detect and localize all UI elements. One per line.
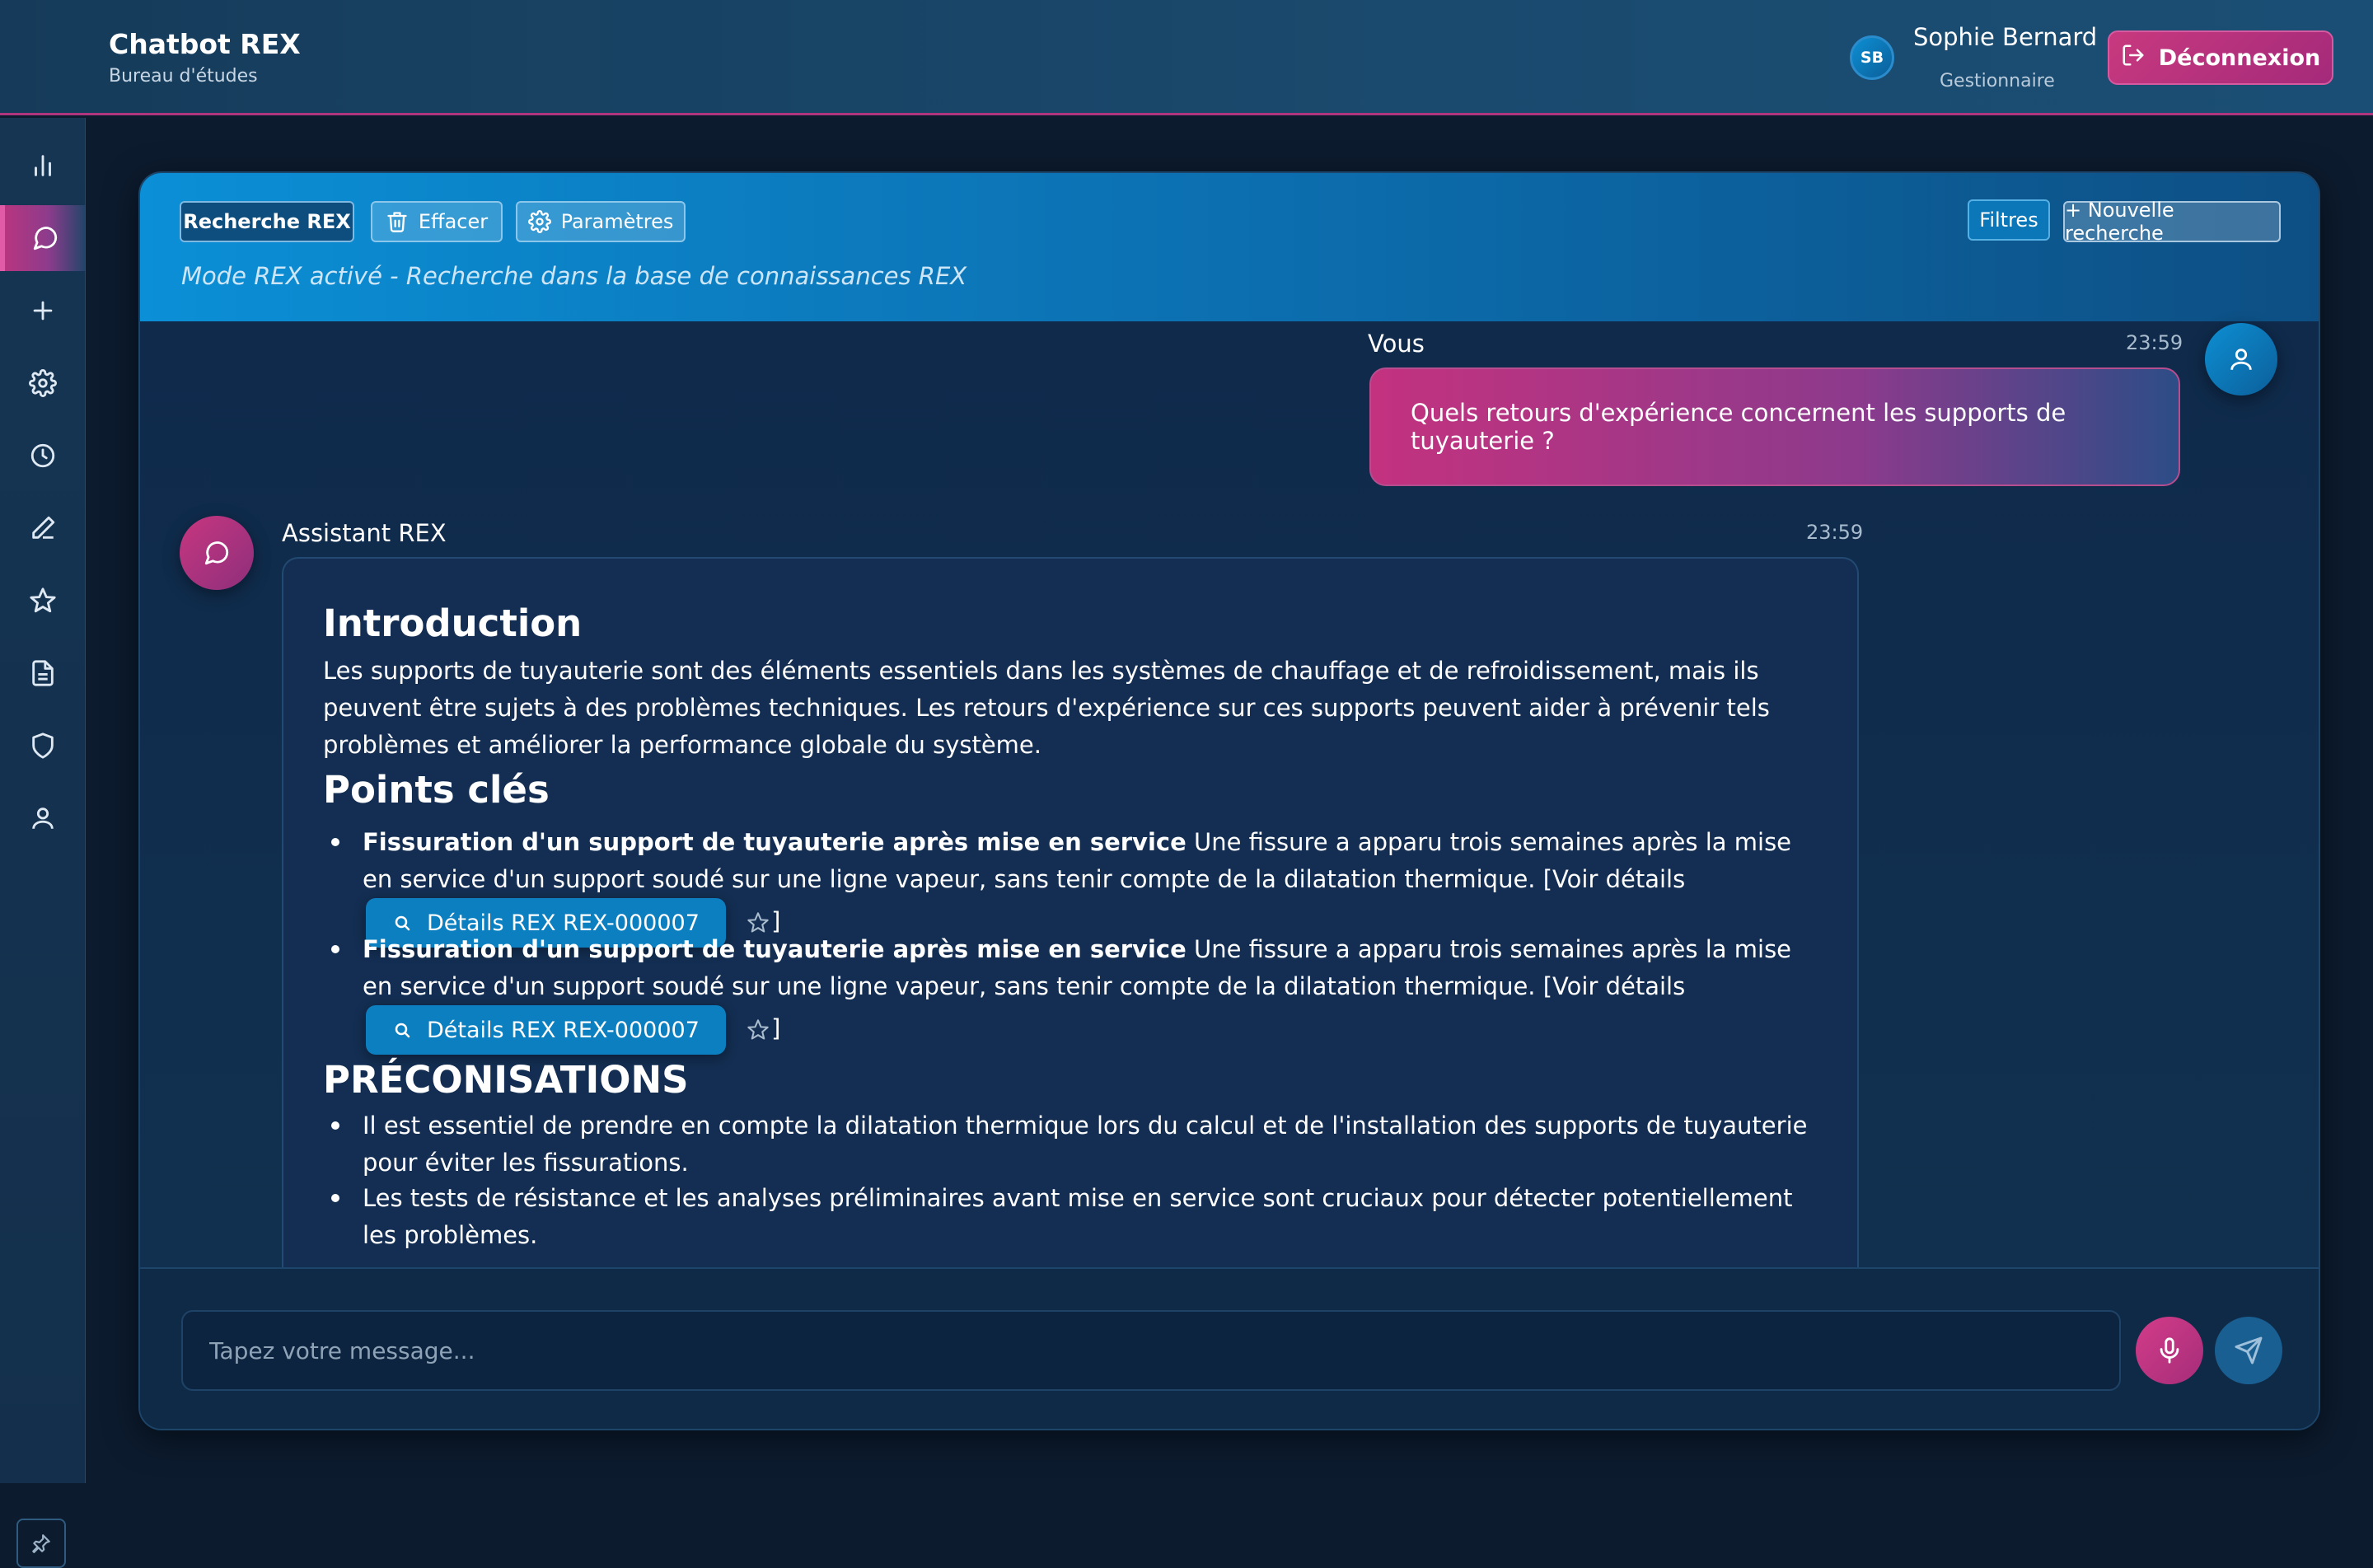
list-item: Fissuration d'un support de tuyauterie a… [331,931,1821,1055]
pin-sidebar-button[interactable] [16,1519,66,1568]
sidebar-item-chat[interactable] [0,205,86,271]
list-item: Il est essentiel de prendre en compte la… [331,1107,1821,1182]
chat-bubble-icon [33,227,58,250]
composer [140,1267,2319,1429]
new-search-button[interactable]: + Nouvelle recherche [2063,199,2281,245]
sidebar-item-settings[interactable] [0,350,86,416]
assistant-message-time: 23:59 [1806,521,1864,544]
assistant-message-author: Assistant REX [282,519,447,547]
search-rex-label: Recherche REX [183,210,351,233]
pencil-icon [32,516,55,539]
message-input[interactable] [181,1310,2121,1391]
key-point-closing: ] [771,1014,781,1042]
message-list[interactable]: Vous 23:59 Quels retours d'expérience co… [140,321,2319,1299]
chat-card: Recherche REX Effacer Paramètres Filtres… [138,171,2320,1430]
shield-icon [32,733,54,759]
chat-toolbar: Recherche REX Effacer Paramètres Filtres… [140,173,2319,321]
bar-chart-icon [35,155,51,176]
user-name: Sophie Bernard [1913,23,2098,51]
gear-icon [29,369,57,397]
plus-icon [33,301,53,321]
logout-button[interactable]: Déconnexion [2108,30,2333,85]
user-role: Gestionnaire [1940,71,2055,91]
microphone-button[interactable] [2136,1317,2203,1384]
rex-details-button[interactable]: Détails REX REX-000007 [366,1005,726,1055]
user-icon [32,807,54,829]
assistant-avatar [180,516,254,590]
settings-label: Paramètres [560,210,674,233]
gear-icon [527,210,551,233]
key-point-title: Fissuration d'un support de tuyauterie a… [363,935,1186,963]
recommendations-heading: PRÉCONISATIONS [323,1058,689,1102]
sidebar-item-dashboard[interactable] [0,133,86,199]
user-message-bubble: Quels retours d'expérience concernent le… [1369,367,2180,486]
avatar[interactable]: SB [1850,35,1894,80]
clear-label: Effacer [418,210,489,233]
user-message-author: Vous [1368,330,1425,358]
logout-label: Déconnexion [2158,44,2321,71]
list-item: Fissuration d'un support de tuyauterie a… [331,824,1821,948]
search-rex-button[interactable]: Recherche REX [180,201,354,242]
favorite-star-icon[interactable] [747,1018,770,1041]
clock-icon [30,443,55,468]
send-button[interactable] [2215,1317,2282,1384]
document-icon [32,660,54,686]
send-icon [2235,1336,2263,1364]
mode-status-text: Mode REX activé - Recherche dans la base… [181,262,967,290]
key-points-heading: Points clés [323,768,550,812]
sidebar-item-profile[interactable] [0,785,86,851]
intro-paragraph: Les supports de tuyauterie sont des élém… [323,657,1770,759]
sidebar-item-new[interactable] [0,278,86,344]
microphone-icon [2160,1337,2179,1364]
sidebar-item-favorites[interactable] [0,568,86,634]
list-item: Les tests de résistance et les analyses … [331,1180,1821,1254]
sidebar-item-documents[interactable] [0,640,86,706]
sidebar-item-history[interactable] [0,423,86,489]
trash-icon [387,212,407,232]
sidebar-item-edit[interactable] [0,495,86,561]
sidebar-item-security[interactable] [0,713,86,779]
top-header: Chatbot REX Bureau d'études SB Sophie Be… [0,0,2373,115]
logout-icon [2121,43,2146,73]
pin-icon [32,1534,50,1553]
sidebar [0,118,86,1568]
search-icon [395,1023,410,1038]
filters-button[interactable]: Filtres [1968,199,2050,241]
app-subtitle: Bureau d'études [109,66,258,87]
rex-details-label: Détails REX REX-000007 [427,1017,700,1043]
clear-button[interactable]: Effacer [371,201,503,242]
user-avatar [2205,323,2277,396]
search-icon [395,915,410,931]
key-point-title: Fissuration d'un support de tuyauterie a… [363,828,1186,856]
user-message-time: 23:59 [2126,331,2183,354]
assistant-message-bubble: Introduction Les supports de tuyauterie … [282,557,1859,1299]
chat-bubble-icon [204,541,229,565]
app-title: Chatbot REX [109,28,301,60]
intro-heading: Introduction [323,601,583,645]
user-icon [2230,349,2252,370]
settings-button[interactable]: Paramètres [516,201,686,242]
star-icon [30,587,56,613]
